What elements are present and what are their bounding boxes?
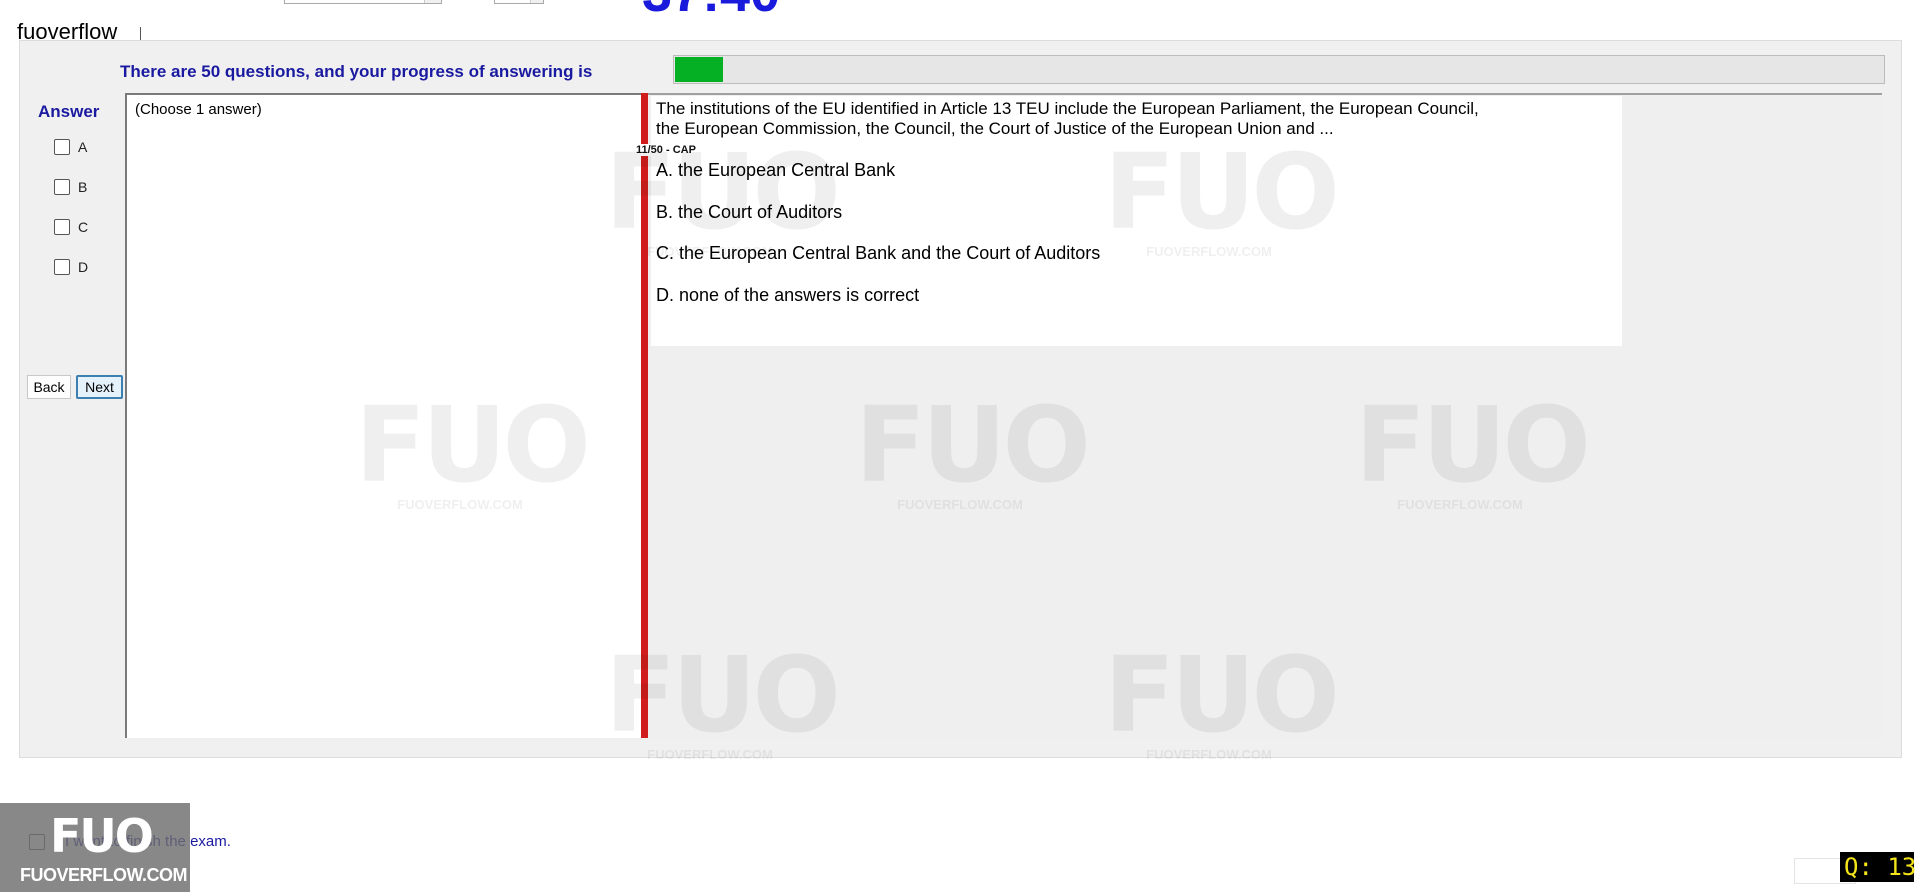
checkbox[interactable]: [54, 259, 70, 275]
answer-option-label: C: [78, 219, 89, 235]
answer-option-a[interactable]: A: [54, 139, 87, 155]
question-counter-badge: Q: 13: [1840, 852, 1916, 882]
answer-option-label: B: [78, 179, 88, 195]
next-button[interactable]: Next: [76, 375, 123, 399]
answer-option-d[interactable]: D: [54, 259, 88, 275]
checkbox[interactable]: [54, 219, 70, 235]
answer-option-c[interactable]: C: [54, 219, 88, 235]
top-small-dropdown[interactable]: [494, 0, 544, 4]
logo-mark: FUO: [50, 809, 154, 863]
splitter-handle[interactable]: [641, 93, 648, 738]
question-option-a: A. the European Central Bank: [656, 160, 896, 180]
answer-title: Answer: [38, 102, 100, 121]
question-text-line1: The institutions of the EU identified in…: [656, 99, 1479, 118]
chevron-down-icon[interactable]: [530, 0, 543, 3]
question-option-d: D. none of the answers is correct: [656, 285, 920, 305]
answer-text-area: [125, 93, 644, 738]
progress-fill: [675, 57, 724, 82]
question-number-tag: 11/50 - CAP: [634, 144, 698, 156]
question-text-line2: the European Commission, the Council, th…: [656, 119, 1334, 138]
answer-option-label: A: [78, 139, 88, 155]
fuoverflow-logo: FUO FUOVERFLOW.COM: [0, 803, 190, 892]
answer-option-label: D: [78, 259, 89, 275]
answer-option-b[interactable]: B: [54, 179, 87, 195]
question-option-c: C. the European Central Bank and the Cou…: [656, 243, 1101, 263]
progress-bar: [673, 55, 1885, 84]
logo-text: FUOVERFLOW.COM: [20, 865, 188, 885]
exam-timer: 37:40: [642, 0, 780, 20]
top-dropdown[interactable]: [284, 0, 442, 4]
progress-label: There are 50 questions, and your progres…: [120, 62, 593, 81]
chevron-down-icon[interactable]: [424, 0, 441, 3]
choose-instruction: (Choose 1 answer): [135, 101, 262, 118]
checkbox[interactable]: [54, 179, 70, 195]
question-option-b: B. the Court of Auditors: [656, 202, 843, 222]
checkbox[interactable]: [54, 139, 70, 155]
back-button[interactable]: Back: [27, 375, 71, 399]
